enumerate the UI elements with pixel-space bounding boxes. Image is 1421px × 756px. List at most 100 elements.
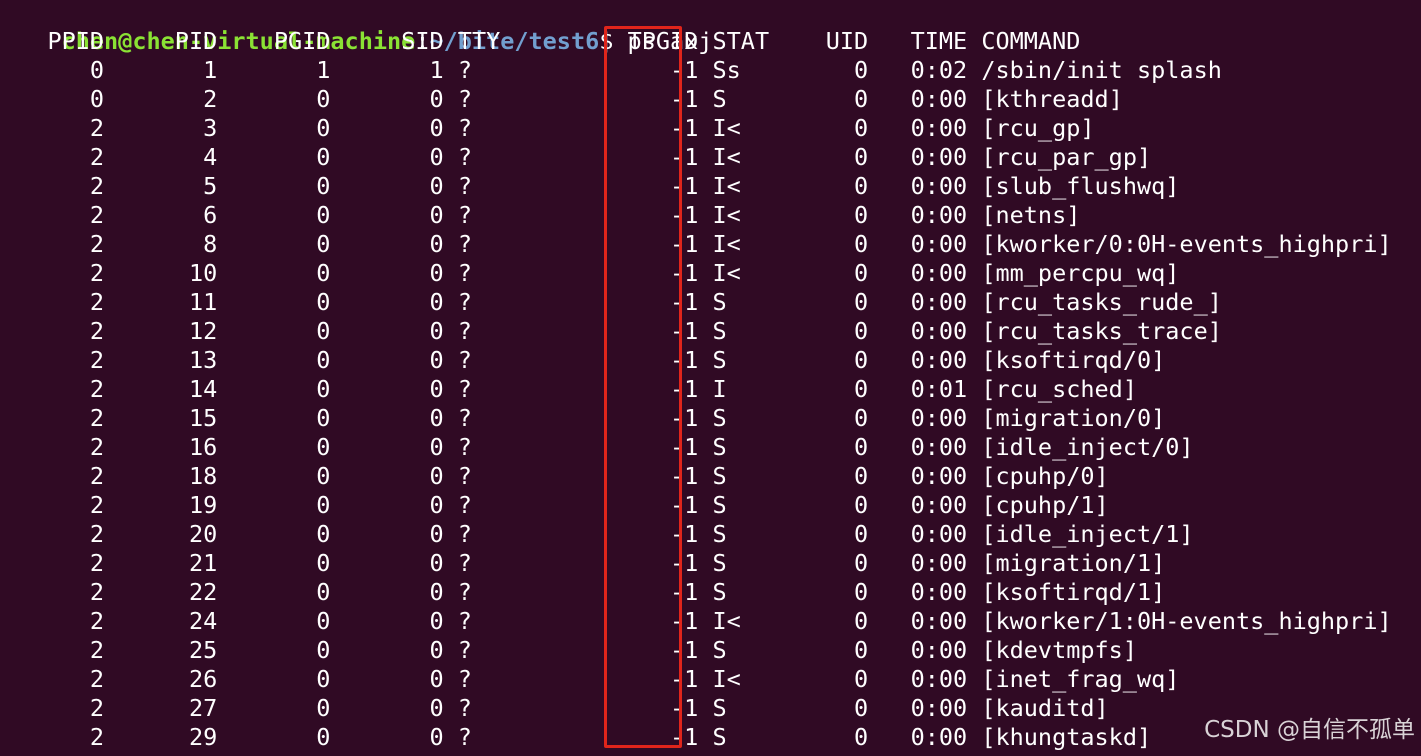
cell-time: 0:00 [910, 288, 968, 316]
cell-pid: 12 [188, 317, 218, 345]
cell-command: [kworker/1:0H-events_highpri] [981, 607, 1392, 635]
table-header: PPID PID PGID SID TTY TPGID STAT UID TIM… [5, 27, 1080, 56]
table-row: 2 21 0 0 ? -1 S 0 0:00 [migration/1] [5, 549, 1165, 578]
cell-time: 0:00 [910, 723, 968, 751]
cell-time: 0:00 [910, 85, 968, 113]
cell-stat: S [712, 636, 727, 664]
cell-pgid: 0 [316, 694, 331, 722]
cell-time: TIME [910, 27, 968, 55]
cell-stat: S [712, 462, 727, 490]
cell-pgid: 0 [316, 462, 331, 490]
cell-uid: 0 [853, 433, 869, 461]
cell-ppid: 2 [89, 404, 105, 432]
cell-command: [idle_inject/0] [981, 433, 1194, 461]
cell-pgid: 0 [316, 346, 331, 374]
table-row: 2 22 0 0 ? -1 S 0 0:00 [ksoftirqd/1] [5, 578, 1165, 607]
cell-time: 0:00 [910, 201, 968, 229]
cell-ppid: 2 [89, 346, 105, 374]
cell-ppid: PPID [47, 27, 105, 55]
cell-sid: 0 [429, 230, 444, 258]
cell-command: [inet_frag_wq] [981, 665, 1180, 693]
cell-ppid: 2 [89, 288, 105, 316]
cell-uid: 0 [853, 230, 869, 258]
cell-command: [cpuhp/1] [981, 491, 1109, 519]
cell-sid: 0 [429, 491, 444, 519]
cell-uid: 0 [853, 56, 869, 84]
cell-pid: 4 [203, 143, 218, 171]
cell-stat: I< [712, 607, 741, 635]
cell-tty: ? [457, 462, 472, 490]
cell-sid: 0 [429, 433, 444, 461]
cell-ppid: 2 [89, 317, 105, 345]
cell-command: [netns] [981, 201, 1081, 229]
cell-tty: ? [457, 317, 472, 345]
cell-tty: ? [457, 172, 472, 200]
cell-time: 0:00 [910, 404, 968, 432]
cell-sid: 0 [429, 462, 444, 490]
cell-ppid: 0 [89, 56, 105, 84]
cell-sid: 0 [429, 694, 444, 722]
cell-tty: ? [457, 433, 472, 461]
cell-uid: 0 [853, 317, 869, 345]
cell-pgid: PGID [273, 27, 331, 55]
cell-command: [ksoftirqd/0] [981, 346, 1166, 374]
cell-command: [rcu_tasks_rude_] [981, 288, 1222, 316]
table-row: 2 5 0 0 ? -1 I< 0 0:00 [slub_flushwq] [5, 172, 1180, 201]
cell-ppid: 2 [89, 433, 105, 461]
cell-stat: I< [712, 665, 741, 693]
cell-pgid: 0 [316, 201, 331, 229]
tpgid-highlight-box [604, 26, 682, 748]
cell-stat: S [712, 404, 727, 432]
cell-ppid: 2 [89, 230, 105, 258]
table-row: 0 2 0 0 ? -1 S 0 0:00 [kthreadd] [5, 85, 1123, 114]
cell-pid: 21 [188, 549, 218, 577]
cell-tty: ? [457, 491, 472, 519]
cell-tty: ? [457, 259, 472, 287]
cell-pgid: 0 [316, 317, 331, 345]
cell-sid: SID [401, 27, 444, 55]
table-row: 2 6 0 0 ? -1 I< 0 0:00 [netns] [5, 201, 1081, 230]
cell-command: [kauditd] [981, 694, 1109, 722]
cell-pid: 16 [188, 433, 218, 461]
cell-command: [kthreadd] [981, 85, 1123, 113]
cell-tty: ? [457, 607, 472, 635]
cell-ppid: 2 [89, 114, 105, 142]
cell-stat: I< [712, 230, 741, 258]
cell-tty: ? [457, 520, 472, 548]
cell-pid: 11 [188, 288, 218, 316]
cell-stat: I< [712, 172, 741, 200]
cell-pgid: 0 [316, 288, 331, 316]
cell-time: 0:00 [910, 578, 968, 606]
cell-ppid: 2 [89, 607, 105, 635]
cell-sid: 0 [429, 346, 444, 374]
cell-ppid: 2 [89, 694, 105, 722]
cell-tty: TTY [457, 27, 501, 55]
cell-tty: ? [457, 694, 472, 722]
cell-ppid: 2 [89, 636, 105, 664]
cell-pgid: 1 [316, 56, 331, 84]
cell-stat: S [712, 694, 727, 722]
cell-uid: 0 [853, 346, 869, 374]
cell-tty: ? [457, 230, 472, 258]
cell-sid: 0 [429, 143, 444, 171]
cell-pid: 24 [188, 607, 218, 635]
table-row: 2 26 0 0 ? -1 I< 0 0:00 [inet_frag_wq] [5, 665, 1180, 694]
cell-stat: S [712, 491, 727, 519]
cell-pgid: 0 [316, 404, 331, 432]
cell-command: [kworker/0:0H-events_highpri] [981, 230, 1392, 258]
cell-pgid: 0 [316, 607, 331, 635]
cell-uid: UID [825, 27, 869, 55]
cell-ppid: 2 [89, 201, 105, 229]
cell-command: /sbin/init splash [981, 56, 1222, 84]
cell-pid: 20 [188, 520, 218, 548]
cell-pid: 19 [188, 491, 218, 519]
cell-stat: S [712, 85, 727, 113]
cell-command: [rcu_tasks_trace] [981, 317, 1222, 345]
cell-uid: 0 [853, 259, 869, 287]
cell-tty: ? [457, 85, 472, 113]
table-row: 2 16 0 0 ? -1 S 0 0:00 [idle_inject/0] [5, 433, 1194, 462]
cell-sid: 0 [429, 636, 444, 664]
cell-tty: ? [457, 56, 472, 84]
cell-pgid: 0 [316, 433, 331, 461]
cell-pid: 26 [188, 665, 218, 693]
